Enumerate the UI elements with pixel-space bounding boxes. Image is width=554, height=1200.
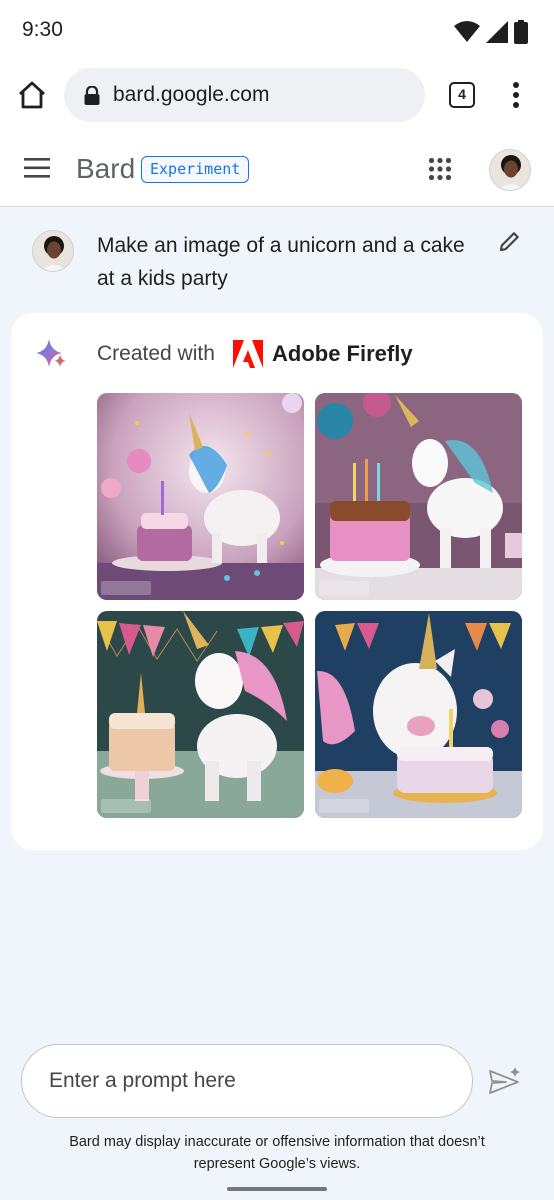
lock-icon [84, 86, 100, 105]
generated-image-3[interactable] [97, 611, 304, 818]
generated-image-2[interactable] [315, 393, 522, 600]
adobe-logo-icon [233, 340, 263, 368]
send-icon[interactable] [488, 1067, 522, 1097]
battery-icon [514, 20, 528, 44]
status-time: 9:30 [22, 18, 63, 41]
wifi-icon [454, 21, 480, 42]
user-avatar [32, 230, 74, 272]
response-card: Created with Adobe Firefly [11, 313, 543, 850]
generated-image-4[interactable] [315, 611, 522, 818]
created-with-label: Created with [97, 342, 215, 365]
experiment-badge: Experiment [141, 156, 250, 183]
account-avatar[interactable] [489, 149, 531, 191]
home-icon[interactable] [16, 79, 48, 111]
bard-sparkle-icon [36, 339, 66, 368]
browser-toolbar: bard.google.com 4 [0, 62, 554, 130]
app-header: Bard Experiment [0, 130, 554, 207]
user-prompt-text: Make an image of a unicorn and a cake at… [97, 234, 465, 290]
prompt-input[interactable] [21, 1044, 473, 1118]
tab-switcher-button[interactable]: 4 [449, 82, 475, 108]
edit-icon[interactable] [498, 229, 522, 253]
cellular-icon [486, 21, 508, 43]
menu-icon[interactable] [24, 157, 52, 179]
status-icons [454, 20, 528, 44]
generated-image-1[interactable] [97, 393, 304, 600]
more-vert-icon[interactable] [506, 80, 526, 110]
apps-icon[interactable] [428, 157, 452, 181]
url-text[interactable]: bard.google.com [113, 83, 269, 107]
address-bar[interactable]: bard.google.com [64, 68, 425, 122]
provider-name: Adobe Firefly [272, 341, 413, 366]
status-bar: 9:30 [0, 0, 554, 62]
brand-title[interactable]: Bard [76, 153, 135, 185]
gesture-home-indicator[interactable] [227, 1187, 327, 1191]
disclaimer-text: Bard may display inaccurate or offensive… [69, 1134, 485, 1172]
